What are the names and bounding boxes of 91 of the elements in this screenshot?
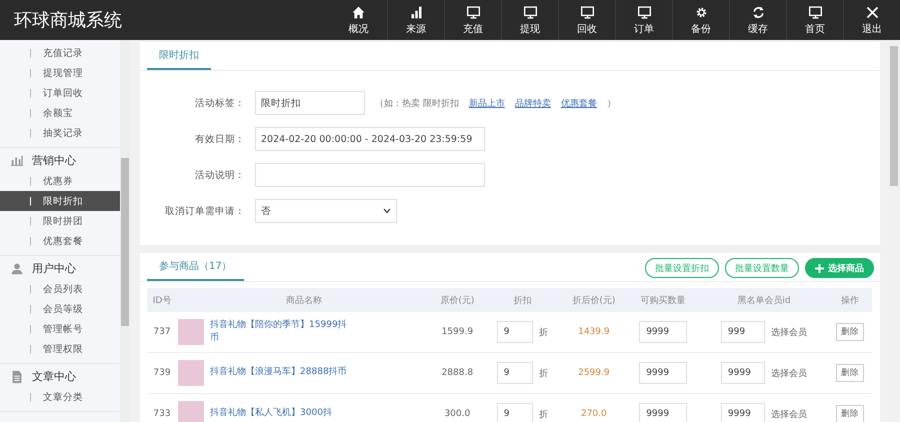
product-link[interactable]: 抖音礼物【私人飞机】3000抖 bbox=[210, 407, 350, 421]
input-field[interactable]: 限时折扣 bbox=[255, 91, 365, 115]
discount-field[interactable]: 9 bbox=[496, 362, 533, 384]
unit-text: 折 bbox=[538, 408, 548, 420]
select-member-link[interactable]: 选择会员 bbox=[770, 366, 807, 380]
blacklist-field[interactable]: 9999 bbox=[720, 362, 765, 384]
sidebar-item[interactable]: 优惠券 bbox=[0, 171, 120, 191]
delete-button[interactable]: 删除 bbox=[836, 405, 864, 422]
table-cell: 739 bbox=[147, 352, 178, 394]
table-cell: 2888.8 bbox=[431, 352, 484, 394]
unit-text: 折 bbox=[538, 368, 548, 380]
input-field[interactable]: 2024-02-20 00:00:00 - 2024-03-20 23:59:59 bbox=[255, 127, 485, 151]
sidebar-item[interactable]: 管理权限 bbox=[0, 339, 120, 359]
blacklist-field[interactable]: 999 bbox=[720, 321, 765, 343]
sidebar-item[interactable]: 余额宝 bbox=[0, 103, 120, 123]
field-label: 取消订单需申请： bbox=[164, 204, 245, 218]
sidebar-item[interactable]: 文章分类 bbox=[0, 387, 120, 407]
tab[interactable]: 限时折扣 bbox=[147, 48, 211, 70]
column-header: 黑名单会员id bbox=[700, 288, 828, 312]
delete-button[interactable]: 删除 bbox=[836, 323, 864, 341]
sidebar-item[interactable]: 订单回收 bbox=[0, 83, 120, 103]
sidebar-item[interactable]: 抽奖记录 bbox=[0, 123, 120, 143]
monitor-icon bbox=[522, 4, 538, 20]
scrollbar[interactable] bbox=[120, 40, 130, 422]
sidebar-item[interactable]: 优惠套餐 bbox=[0, 231, 120, 251]
field-label: 有效日期： bbox=[194, 132, 245, 146]
column-header: 原价(元) bbox=[431, 288, 484, 312]
quantity-field[interactable]: 9999 bbox=[639, 321, 688, 343]
monitor-icon bbox=[466, 4, 480, 20]
sidebar-item[interactable]: 限时折扣 bbox=[0, 191, 120, 211]
select-member-link[interactable]: 选择会员 bbox=[770, 408, 807, 420]
table-cell: 1439.9 bbox=[560, 312, 627, 352]
photo-placeholder bbox=[178, 319, 204, 345]
input-field[interactable] bbox=[255, 163, 485, 187]
document-icon bbox=[10, 370, 24, 384]
sidebar-item[interactable]: 限时拼团 bbox=[0, 211, 120, 231]
table-cell: 2599.9 bbox=[560, 352, 627, 394]
column-header: 商品名称 bbox=[177, 288, 432, 312]
column-header: 折扣 bbox=[484, 288, 561, 312]
photo-placeholder bbox=[178, 401, 204, 422]
bar-chart-icon bbox=[408, 4, 424, 20]
sidebar-item[interactable]: 会员等级 bbox=[0, 299, 120, 319]
column-header: ID号 bbox=[147, 288, 178, 312]
example-link[interactable]: 新品上市 bbox=[468, 96, 505, 110]
example-link[interactable]: 优惠套餐 bbox=[560, 96, 597, 110]
monitor-icon bbox=[580, 4, 594, 20]
column-header: 折后价(元) bbox=[560, 288, 627, 312]
nav-button[interactable]: 概况 bbox=[330, 0, 387, 40]
sidebar-item[interactable]: 管理帐号 bbox=[0, 319, 120, 339]
table-cell: 300.0 bbox=[431, 394, 484, 422]
discount-field[interactable]: 9 bbox=[496, 403, 533, 422]
monitor-icon bbox=[636, 4, 652, 20]
user-icon bbox=[10, 262, 24, 276]
field-label: 活动标签： bbox=[194, 96, 245, 110]
table-cell: 1599.9 bbox=[431, 312, 484, 352]
sidebar-item[interactable]: 提现管理 bbox=[0, 63, 120, 83]
table-cell: 733 bbox=[147, 394, 178, 422]
product-link[interactable]: 抖音礼物【浪漫马车】28888抖币 bbox=[210, 366, 350, 380]
home-icon bbox=[351, 4, 366, 20]
discount-field[interactable]: 9 bbox=[496, 321, 533, 343]
sidebar-group-title[interactable]: 用户中心 bbox=[32, 261, 76, 276]
quantity-field[interactable]: 9999 bbox=[639, 362, 688, 384]
scrollbar[interactable] bbox=[888, 40, 900, 422]
chevron-down-icon bbox=[383, 208, 391, 214]
tab[interactable]: 参与商品（17） bbox=[147, 259, 244, 281]
close-icon bbox=[864, 4, 880, 20]
chart-icon bbox=[10, 154, 24, 168]
hint-text: （如：热卖 限时折扣 bbox=[375, 98, 459, 110]
sidebar-group-title[interactable]: 营销中心 bbox=[32, 153, 76, 168]
sidebar-item[interactable]: 会员列表 bbox=[0, 279, 120, 299]
column-header: 可购买数量 bbox=[626, 288, 700, 312]
delete-button[interactable]: 删除 bbox=[836, 364, 864, 382]
select-member-link[interactable]: 选择会员 bbox=[770, 326, 807, 338]
select-field[interactable]: 否 bbox=[255, 199, 397, 223]
refresh-icon bbox=[750, 4, 766, 20]
hint-text: ） bbox=[606, 98, 616, 110]
column-header: 操作 bbox=[828, 288, 872, 312]
table-cell: 737 bbox=[147, 312, 178, 352]
table-cell: 270.0 bbox=[560, 394, 627, 422]
photo-placeholder bbox=[178, 360, 204, 386]
blacklist-field[interactable]: 9999 bbox=[720, 403, 765, 422]
example-link[interactable]: 品牌特卖 bbox=[514, 96, 551, 110]
app-title: 环球商城系统 bbox=[13, 9, 123, 32]
sidebar-group-title[interactable]: 文章中心 bbox=[32, 369, 76, 384]
monitor-icon bbox=[808, 4, 822, 20]
plus-icon bbox=[815, 264, 824, 272]
quantity-field[interactable]: 9999 bbox=[639, 403, 688, 422]
sidebar-item[interactable]: 充值记录 bbox=[0, 43, 120, 63]
unit-text: 折 bbox=[538, 326, 548, 338]
field-label: 活动说明： bbox=[194, 168, 245, 182]
product-link[interactable]: 抖音礼物【陪你的季节】15999抖币 bbox=[210, 318, 350, 346]
